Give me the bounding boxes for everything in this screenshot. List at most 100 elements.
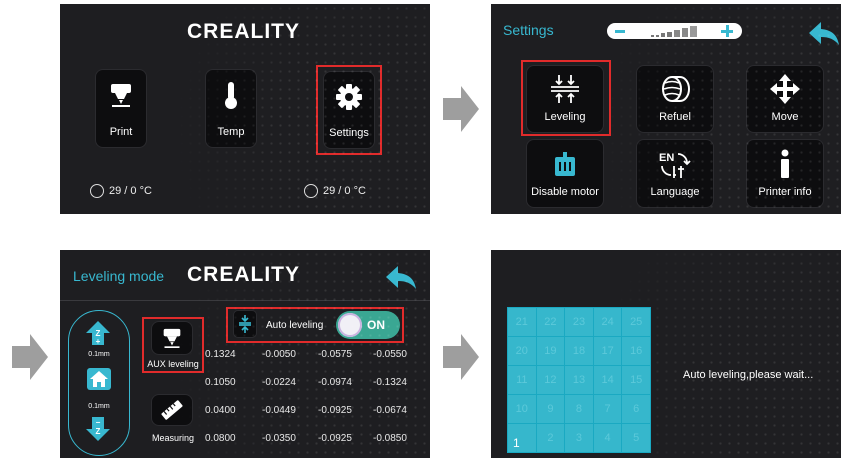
back-icon[interactable] bbox=[809, 22, 839, 46]
language-icon: EN bbox=[659, 152, 691, 178]
measuring-label: Measuring bbox=[151, 433, 195, 443]
thermometer-icon bbox=[225, 82, 237, 109]
table-cell: 0.0400 bbox=[205, 405, 236, 416]
table-cell: -0.0550 bbox=[373, 349, 407, 360]
aux-leveling-highlight bbox=[142, 317, 204, 373]
refuel-label: Refuel bbox=[659, 111, 691, 123]
table-cell: -0.0674 bbox=[373, 405, 407, 416]
move-arrows-icon bbox=[770, 74, 800, 104]
leveling-icon bbox=[239, 315, 251, 333]
printer-info-button[interactable]: Printer info bbox=[747, 140, 823, 207]
nozzle-icon bbox=[111, 84, 131, 107]
grid-cell: 11 bbox=[508, 366, 536, 394]
measuring-button[interactable] bbox=[152, 395, 192, 425]
motor-icon bbox=[555, 152, 575, 176]
ruler-icon bbox=[161, 400, 183, 420]
z-step-top: 0.1mm bbox=[88, 351, 110, 358]
bed-temp-value: 29 / 0 °C bbox=[323, 185, 366, 197]
auto-leveling-icon-button[interactable] bbox=[234, 311, 256, 337]
table-cell: -0.1324 bbox=[373, 377, 407, 388]
table-cell: -0.0925 bbox=[318, 433, 352, 444]
home-icon bbox=[90, 371, 108, 387]
grid-cell: 8 bbox=[565, 395, 593, 423]
screen-settings: Settings Leveling Refuel Move Disable mo… bbox=[491, 4, 841, 214]
language-label: Language bbox=[650, 186, 700, 198]
grid-cell: 14 bbox=[593, 366, 622, 394]
minus-icon[interactable] bbox=[615, 30, 625, 33]
bed-temp: 29 / 0 °C bbox=[304, 184, 366, 198]
page-title: Settings bbox=[503, 22, 554, 38]
table-cell: -0.0350 bbox=[262, 433, 296, 444]
svg-text:Z: Z bbox=[96, 427, 101, 436]
temp-button[interactable]: Temp bbox=[206, 70, 256, 147]
plus-icon[interactable] bbox=[721, 25, 733, 37]
table-cell: -0.0850 bbox=[373, 433, 407, 444]
grid-cell: 22 bbox=[536, 308, 565, 336]
grid-cell: 21 bbox=[508, 308, 536, 336]
disable-motor-button[interactable]: Disable motor bbox=[527, 140, 603, 207]
flow-arrow-right-icon bbox=[443, 334, 479, 380]
grid-cell: 2 bbox=[536, 424, 565, 452]
svg-text:EN: EN bbox=[659, 152, 674, 164]
table-cell: 0.1050 bbox=[205, 377, 236, 388]
toggle-state-text: ON bbox=[367, 318, 385, 332]
temp-label: Temp bbox=[217, 126, 245, 138]
bed-temp-icon bbox=[304, 184, 318, 198]
language-button[interactable]: EN Language bbox=[637, 140, 713, 207]
flow-arrow-right-icon bbox=[443, 86, 479, 132]
table-cell: -0.0974 bbox=[318, 377, 352, 388]
page-title: Leveling mode bbox=[73, 268, 165, 284]
settings-highlight bbox=[316, 65, 382, 155]
grid-cell: 24 bbox=[593, 308, 622, 336]
table-cell: -0.0224 bbox=[262, 377, 296, 388]
nozzle-temp: 29 / 0 °C bbox=[90, 184, 152, 198]
creality-logo: CREALITY bbox=[187, 263, 300, 286]
table-cell: 0.1324 bbox=[205, 349, 236, 360]
move-label: Move bbox=[771, 111, 799, 123]
table-cell: 0.0800 bbox=[205, 433, 236, 444]
auto-leveling-toggle[interactable]: ON bbox=[336, 311, 400, 339]
z-step-bottom: 0.1mm bbox=[88, 403, 110, 410]
toggle-knob bbox=[338, 313, 362, 337]
table-cell: -0.0575 bbox=[318, 349, 352, 360]
grid-cell: 23 bbox=[565, 308, 593, 336]
grid-cell: 16 bbox=[622, 337, 650, 365]
screen-leveling-mode: Leveling mode CREALITY Z + 0.1mm 0.1mm −… bbox=[60, 250, 430, 458]
nozzle-temp-icon bbox=[90, 184, 104, 198]
filament-spool-icon bbox=[662, 76, 690, 102]
grid-cell: 7 bbox=[593, 395, 622, 423]
printer-info-label: Printer info bbox=[758, 186, 812, 198]
home-button[interactable] bbox=[87, 368, 111, 390]
grid-cell: 3 bbox=[565, 424, 593, 452]
z-up-button[interactable]: Z + bbox=[85, 320, 111, 346]
grid-cell: 17 bbox=[593, 337, 622, 365]
grid-cell: 18 bbox=[565, 337, 593, 365]
grid-cell: 4 bbox=[593, 424, 622, 452]
leveling-highlight bbox=[521, 60, 611, 136]
brightness-level-bars bbox=[651, 26, 697, 37]
flow-arrow-right-icon bbox=[12, 334, 48, 380]
z-down-button[interactable]: − Z bbox=[85, 416, 111, 442]
move-button[interactable]: Move bbox=[747, 66, 823, 132]
grid-cell-current: 1 bbox=[508, 424, 536, 452]
table-cell: -0.0925 bbox=[318, 405, 352, 416]
brightness-slider[interactable] bbox=[607, 23, 742, 39]
auto-leveling-label: Auto leveling bbox=[266, 320, 324, 331]
creality-logo: CREALITY bbox=[187, 20, 300, 43]
nozzle-temp-value: 29 / 0 °C bbox=[109, 185, 152, 197]
grid-cell: 10 bbox=[508, 395, 536, 423]
print-button[interactable]: Print bbox=[96, 70, 146, 147]
print-label: Print bbox=[109, 126, 133, 138]
disable-motor-label: Disable motor bbox=[531, 186, 599, 198]
svg-text:−: − bbox=[96, 418, 101, 427]
grid-cell: 25 bbox=[622, 308, 650, 336]
grid-cell: 12 bbox=[536, 366, 565, 394]
table-cell: -0.0050 bbox=[262, 349, 296, 360]
table-cell: -0.0449 bbox=[262, 405, 296, 416]
refuel-button[interactable]: Refuel bbox=[637, 66, 713, 132]
back-icon[interactable] bbox=[386, 266, 416, 290]
grid-cell: 9 bbox=[536, 395, 565, 423]
z-down-icon: − Z bbox=[86, 417, 110, 441]
grid-cell: 20 bbox=[508, 337, 536, 365]
header-divider bbox=[60, 300, 430, 301]
